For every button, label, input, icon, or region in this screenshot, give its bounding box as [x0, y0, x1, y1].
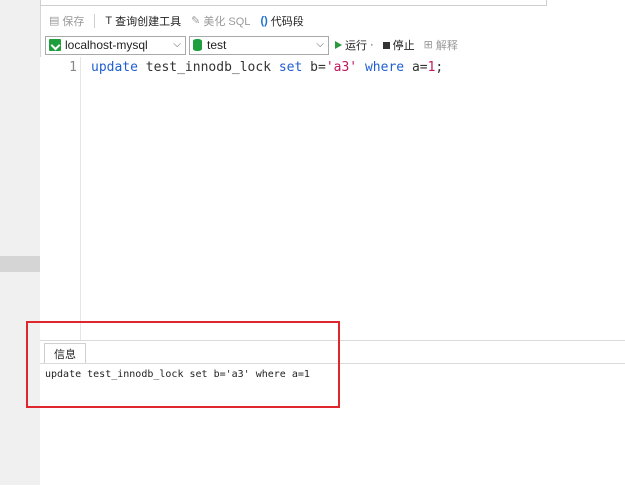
sql-editor[interactable]: 1 update test_innodb_lock set b='a3' whe…: [40, 57, 625, 340]
stop-button[interactable]: 停止: [380, 37, 418, 53]
database-select[interactable]: test ⌵: [189, 35, 329, 55]
table-name: test_innodb_lock: [145, 60, 272, 75]
side-panel-splitter[interactable]: [0, 256, 40, 272]
beautify-label: 美化 SQL: [203, 16, 251, 28]
info-tab-divider: [40, 363, 625, 364]
condition-column: a=: [411, 60, 428, 75]
statement-end: ;: [435, 60, 444, 75]
keyword-update: update: [91, 60, 138, 75]
toolbar-divider: [94, 14, 96, 28]
line-number: 1: [69, 60, 77, 75]
play-icon: [335, 41, 342, 49]
explain-icon: ⊞: [423, 38, 433, 51]
string-literal: 'a3': [325, 60, 358, 75]
braces-icon: (): [260, 14, 268, 27]
stop-icon: [382, 41, 390, 49]
run-button[interactable]: 运行 ·: [332, 37, 377, 53]
database-value: test: [207, 38, 227, 52]
run-label: 运行: [345, 40, 367, 52]
keyword-set: set: [278, 60, 303, 75]
explain-button[interactable]: ⊞ 解释: [421, 37, 461, 53]
explain-label: 解释: [435, 40, 458, 52]
info-tab-label: 信息: [54, 349, 76, 361]
code-line[interactable]: update test_innodb_lock set b='a3' where…: [91, 60, 443, 75]
chevron-down-icon: ⌵: [316, 38, 324, 50]
left-side-panel: [0, 0, 41, 485]
beautify-brush-icon: ✎: [191, 14, 201, 27]
connection-bar: localhost-mysql ⌵ test ⌵ 运行 · 停止 ⊞ 解释: [40, 34, 625, 56]
connection-icon: [49, 39, 61, 51]
tab-info[interactable]: 信息: [44, 343, 86, 364]
info-panel: 信息 update test_innodb_lock set b='a3' wh…: [40, 340, 625, 486]
builder-tool-icon: T: [105, 14, 113, 27]
query-builder-label: 查询创建工具: [115, 16, 182, 28]
database-icon: [193, 39, 202, 51]
info-message: update test_innodb_lock set b='a3' where…: [45, 369, 310, 380]
beautify-sql-button[interactable]: ✎ 美化 SQL: [188, 11, 253, 31]
code-snippet-button[interactable]: () 代码段: [257, 11, 306, 31]
query-builder-button[interactable]: T 查询创建工具: [102, 11, 184, 31]
connection-select[interactable]: localhost-mysql ⌵: [45, 35, 186, 55]
connection-value: localhost-mysql: [65, 38, 148, 52]
dropdown-arrow-icon[interactable]: ·: [370, 39, 374, 51]
stop-label: 停止: [392, 40, 415, 52]
code-snippet-label: 代码段: [270, 16, 304, 28]
save-icon: ▤: [49, 14, 60, 27]
chevron-down-icon: ⌵: [173, 38, 181, 50]
column-b: b=: [310, 60, 326, 75]
top-tab-strip: [40, 0, 625, 6]
keyword-where: where: [364, 60, 405, 75]
line-number-gutter: 1: [40, 57, 81, 340]
query-toolbar: ▤ 保存 T 查询创建工具 ✎ 美化 SQL () 代码段: [40, 10, 625, 32]
save-button[interactable]: ▤ 保存: [46, 11, 87, 31]
tab-area-border: [40, 0, 547, 6]
save-label: 保存: [62, 16, 85, 28]
